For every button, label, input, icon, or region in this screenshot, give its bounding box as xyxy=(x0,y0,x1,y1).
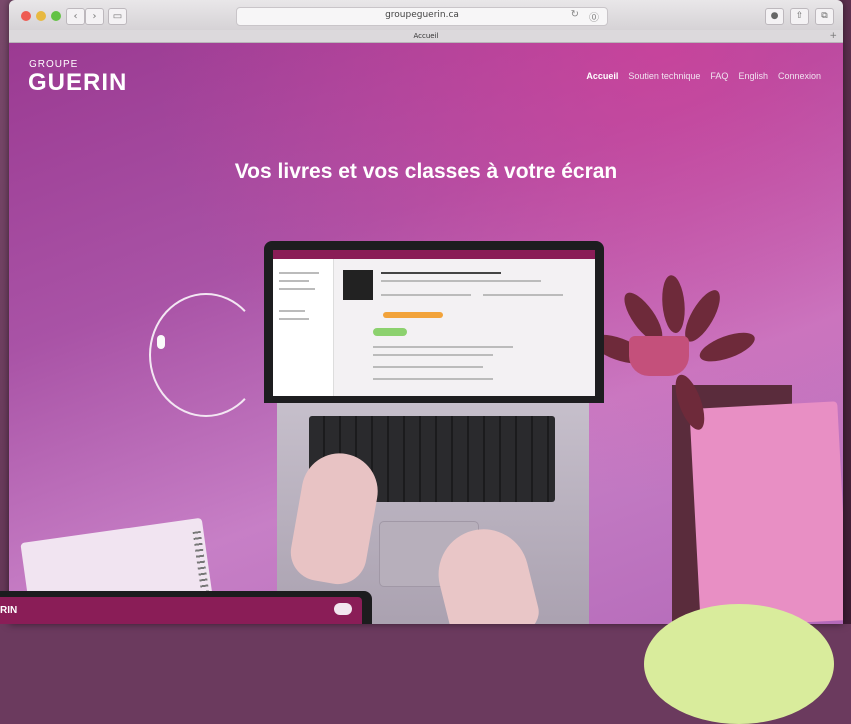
close-window-button[interactable] xyxy=(21,11,31,21)
laptop-screen-content xyxy=(273,250,595,396)
screen-text-line xyxy=(279,310,305,312)
screen-text-line xyxy=(381,280,541,282)
minimize-window-button[interactable] xyxy=(36,11,46,21)
screen-text-line xyxy=(279,318,309,320)
screen-text-line xyxy=(279,280,309,282)
screen-text-line xyxy=(279,272,319,274)
pink-book-image xyxy=(689,401,843,624)
plant-pot-image xyxy=(629,336,689,376)
nav-soutien-technique[interactable]: Soutien technique xyxy=(628,71,700,81)
laptop-screen-image xyxy=(264,241,604,403)
share-icon: ⇧ xyxy=(795,11,804,21)
foreground-menu-icon xyxy=(334,603,352,615)
share-button[interactable]: ⇧ xyxy=(790,8,809,25)
screen-app-bar xyxy=(273,250,595,259)
nav-accueil[interactable]: Accueil xyxy=(586,71,618,81)
foreground-logo: RIN xyxy=(0,605,18,616)
logo-guerin[interactable]: GUERIN xyxy=(28,69,127,97)
lime-circle-decoration xyxy=(644,604,834,724)
nav-connexion[interactable]: Connexion xyxy=(778,71,821,81)
address-bar[interactable]: groupeguerin.ca ↻ ⓪ xyxy=(236,7,608,26)
extension-icon: ● xyxy=(770,11,779,21)
screen-text-line xyxy=(381,272,501,274)
reload-icon[interactable]: ↻ xyxy=(571,9,579,20)
sidebar-toggle-button[interactable]: ▭ xyxy=(108,8,127,25)
tabs-overview-button[interactable]: ⧉ xyxy=(815,8,834,25)
foreground-device-screen: RIN xyxy=(0,591,372,624)
screen-text-line xyxy=(373,378,493,380)
screen-book-cover xyxy=(343,270,373,300)
new-tab-icon[interactable]: + xyxy=(829,30,837,42)
foreground-app-bar: RIN xyxy=(0,597,362,624)
screen-text-line xyxy=(483,294,563,296)
screen-text-line xyxy=(381,294,471,296)
chevron-left-icon: ‹ xyxy=(73,11,78,22)
main-nav: Accueil Soutien technique FAQ English Co… xyxy=(586,71,821,81)
screen-text-line xyxy=(373,366,483,368)
hero-title: Vos livres et vos classes à votre écran xyxy=(234,160,618,183)
screen-text-line xyxy=(373,354,493,356)
web-page: GROUPE GUERIN Accueil Soutien technique … xyxy=(9,43,843,624)
chevron-right-icon: › xyxy=(92,11,97,22)
earphone-cable-image xyxy=(149,293,263,417)
screen-text-line xyxy=(279,288,315,290)
extension-button[interactable]: ● xyxy=(765,8,784,25)
earbud-image xyxy=(157,335,165,349)
maximize-window-button[interactable] xyxy=(51,11,61,21)
screen-text-line xyxy=(373,346,513,348)
address-text: groupeguerin.ca xyxy=(385,10,459,20)
back-button[interactable]: ‹ xyxy=(66,8,85,25)
browser-titlebar: ‹ › ▭ groupeguerin.ca ↻ ⓪ ● ⇧ ⧉ xyxy=(9,0,843,31)
info-icon[interactable]: ⓪ xyxy=(589,9,599,24)
screen-green-badge xyxy=(373,328,407,336)
tab-bar: Accueil + xyxy=(9,30,843,43)
nav-english[interactable]: English xyxy=(738,71,768,81)
screen-orange-button xyxy=(383,312,443,318)
tab-accueil[interactable]: Accueil xyxy=(9,30,843,42)
sidebar-icon: ▭ xyxy=(112,11,123,22)
tabs-icon: ⧉ xyxy=(821,11,828,21)
browser-window: ‹ › ▭ groupeguerin.ca ↻ ⓪ ● ⇧ ⧉ Accueil … xyxy=(9,0,843,624)
forward-button[interactable]: › xyxy=(85,8,104,25)
nav-faq[interactable]: FAQ xyxy=(710,71,728,81)
